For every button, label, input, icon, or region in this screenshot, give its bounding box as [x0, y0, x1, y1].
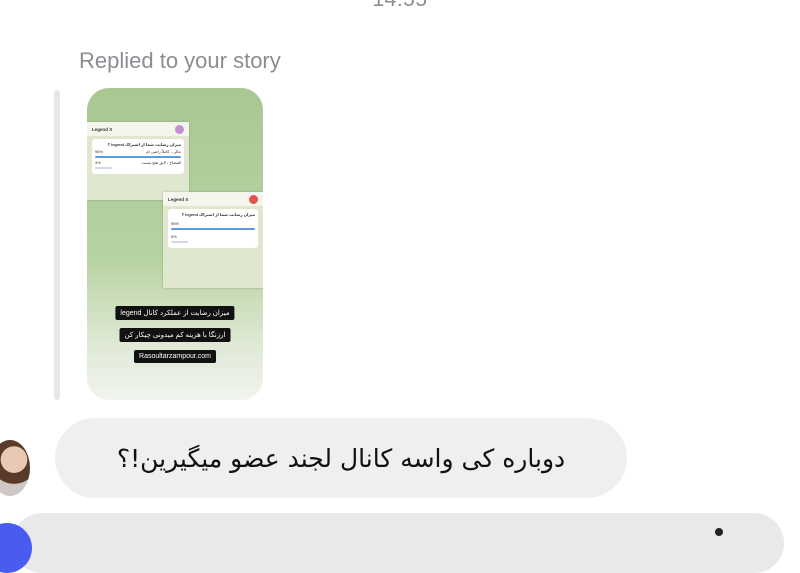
message-bubble[interactable]: دوباره کی واسه کانال لجند عضو میگیرین!؟	[55, 418, 627, 498]
story-thumbnail[interactable]: Legend X میزان رضایت شما از اشتراک legen…	[87, 88, 263, 400]
poll-question: میزان رضایت شما از اشتراک legend ؟	[107, 142, 181, 147]
poll-bubble: میزان رضایت شما از اشتراک legend ؟ 96% 0…	[168, 209, 258, 248]
reply-caption: Replied to your story	[79, 48, 281, 73]
poll-option-pct: 0%	[171, 234, 177, 239]
reply-indicator-bar	[54, 90, 60, 400]
poll-option-text: عالی ، کاملاً راضی ام	[146, 149, 181, 154]
story-screenshot-avatar	[175, 124, 184, 134]
story-screenshot-header: Legend X	[163, 192, 263, 206]
poll-option-pct: 4%	[95, 160, 101, 165]
poll-option-text: افتضاح ، لایق هیچ نیست	[141, 160, 181, 165]
poll-option-pct: 96%	[95, 149, 104, 154]
poll-question: میزان رضایت شما از اشتراک legend ؟	[181, 212, 255, 217]
story-screenshot: Legend X میزان رضایت شما از اشتراک legen…	[87, 122, 189, 200]
story-screenshot-title: Legend X	[92, 126, 113, 132]
timestamp: 14:55	[0, 0, 800, 12]
poll-bar	[171, 241, 188, 243]
story-screenshot-avatar	[249, 194, 258, 204]
poll-bar	[95, 167, 113, 169]
story-screenshot-title: Legend X	[168, 196, 189, 202]
story-tag-line: ارزنگا با هزینه کم میدونی چیکار کن	[119, 328, 231, 342]
story-screenshot-header: Legend X	[87, 122, 189, 136]
message-composer[interactable]	[12, 513, 784, 573]
story-tag-line: Rasoultarzampour.com	[134, 350, 216, 363]
poll-bar	[95, 156, 181, 158]
poll-option-pct: 96%	[171, 221, 180, 226]
sender-avatar[interactable]	[0, 440, 30, 496]
message-text: دوباره کی واسه کانال لجند عضو میگیرین!؟	[116, 443, 566, 473]
story-screenshot: Legend X میزان رضایت شما از اشتراک legen…	[163, 192, 263, 288]
poll-bar	[171, 228, 255, 230]
poll-bubble: میزان رضایت شما از اشتراک legend ؟ 96% ع…	[92, 139, 184, 174]
story-tag-line: میزان رضایت از عملکرد کانال legend	[115, 306, 235, 320]
